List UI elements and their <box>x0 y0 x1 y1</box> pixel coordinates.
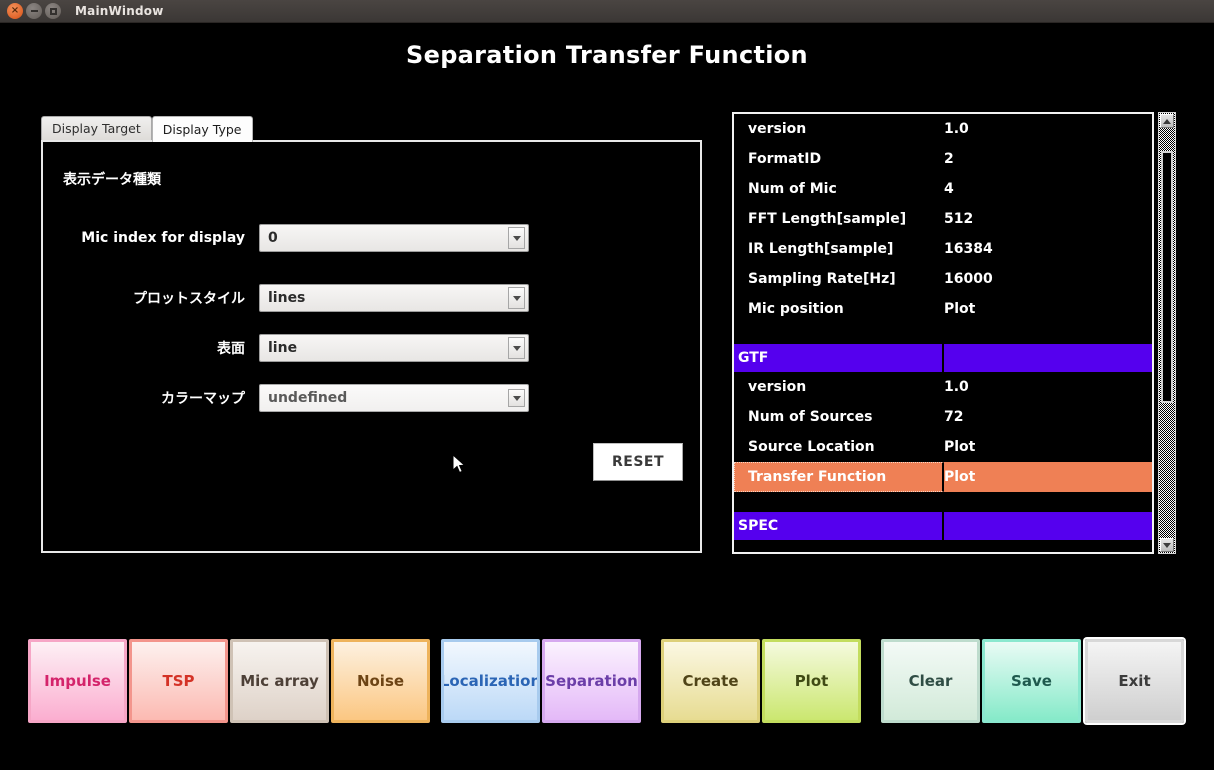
table-cell-key: Num of Sources <box>734 409 944 425</box>
button-create[interactable]: Create <box>661 639 760 723</box>
form-row-surface: 表面 line <box>65 334 529 362</box>
table-section-header[interactable]: GTF <box>734 344 1152 372</box>
button-mic-array[interactable]: Mic array <box>230 639 329 723</box>
table-cell-value: 1.0 <box>944 121 1152 137</box>
info-table-panel[interactable]: version1.0FormatID2Num of Mic4FFT Length… <box>732 112 1154 554</box>
label-surface: 表面 <box>65 338 245 358</box>
table-cell-key: FormatID <box>734 151 944 167</box>
table-cell-value: Plot <box>944 301 1152 317</box>
main-window: × MainWindow Separation Transfer Functio… <box>0 0 1214 770</box>
table-cell-value: Plot <box>944 439 1152 455</box>
table-spacer <box>734 492 1152 512</box>
table-cell-key: IR Length[sample] <box>734 241 944 257</box>
table-row[interactable]: Sampling Rate[Hz]16000 <box>734 264 1152 294</box>
table-cell-key: Mic position <box>734 301 944 317</box>
button-plot[interactable]: Plot <box>762 639 861 723</box>
chevron-down-icon[interactable] <box>508 389 525 407</box>
select-colormap[interactable]: undefined <box>259 384 529 412</box>
tab-display-type[interactable]: Display Type <box>152 116 253 142</box>
table-cell-value: 2 <box>944 151 1152 167</box>
table-row[interactable]: FFT Length[sample]512 <box>734 204 1152 234</box>
table-cell-value: 16000 <box>944 271 1152 287</box>
table-cell-value: Plot <box>944 469 1152 485</box>
reset-button[interactable]: RESET <box>593 443 683 481</box>
button-localization[interactable]: Localization <box>441 639 540 723</box>
page-title: Separation Transfer Function <box>0 41 1214 69</box>
select-surface[interactable]: line <box>259 334 529 362</box>
close-icon[interactable]: × <box>7 3 23 19</box>
info-table-scrollbar[interactable] <box>1158 112 1176 554</box>
tab-bar: Display Target Display Type <box>41 116 253 140</box>
chevron-down-icon[interactable] <box>508 227 525 249</box>
table-cell-key: Num of Mic <box>734 181 944 197</box>
table-cell-value: 512 <box>944 211 1152 227</box>
button-save[interactable]: Save <box>982 639 1081 723</box>
select-plot-style-value: lines <box>260 290 508 306</box>
label-colormap: カラーマップ <box>65 388 245 408</box>
form-row-colormap: カラーマップ undefined <box>65 384 529 412</box>
table-cell-key: SPEC <box>734 512 944 540</box>
button-group-signals: ImpulseTSPMic arrayNoise <box>28 639 430 723</box>
action-button-bar: ImpulseTSPMic arrayNoise LocalizationSep… <box>0 639 1214 725</box>
table-cell-key: version <box>734 379 944 395</box>
button-noise[interactable]: Noise <box>331 639 430 723</box>
button-separation[interactable]: Separation <box>542 639 641 723</box>
maximize-icon[interactable] <box>45 3 61 19</box>
window-title: MainWindow <box>75 4 164 18</box>
table-cell-key: Source Location <box>734 439 944 455</box>
table-cell-key: version <box>734 121 944 137</box>
table-row[interactable]: Source LocationPlot <box>734 432 1152 462</box>
window-controls: × <box>7 3 61 19</box>
select-mic-index[interactable]: 0 <box>259 224 529 252</box>
button-exit[interactable]: Exit <box>1085 639 1184 723</box>
table-row[interactable]: Mic positionPlot <box>734 294 1152 324</box>
select-mic-index-value: 0 <box>260 230 508 246</box>
select-colormap-value: undefined <box>260 390 508 406</box>
scroll-up-icon[interactable] <box>1160 114 1174 128</box>
chevron-down-icon[interactable] <box>508 287 525 309</box>
table-row[interactable]: IR Length[sample]16384 <box>734 234 1152 264</box>
table-row[interactable]: version1.0 <box>734 114 1152 144</box>
select-surface-value: line <box>260 340 508 356</box>
button-group-actions: CreatePlot <box>661 639 861 723</box>
tab-display-target[interactable]: Display Target <box>41 116 152 140</box>
label-plot-style: プロットスタイル <box>65 288 245 308</box>
table-row-selected[interactable]: Transfer FunctionPlot <box>734 462 1152 492</box>
button-impulse[interactable]: Impulse <box>28 639 127 723</box>
button-tsp[interactable]: TSP <box>129 639 228 723</box>
table-row[interactable]: FormatID2 <box>734 144 1152 174</box>
table-cell-key: Transfer Function <box>734 462 944 492</box>
title-bar: × MainWindow <box>0 0 1214 23</box>
button-clear[interactable]: Clear <box>881 639 980 723</box>
scrollbar-thumb[interactable] <box>1161 151 1173 403</box>
minimize-icon[interactable] <box>26 3 42 19</box>
button-group-file: ClearSaveExit <box>881 639 1186 723</box>
table-cell-value: 1.0 <box>944 379 1152 395</box>
button-group-processing: LocalizationSeparation <box>441 639 641 723</box>
select-plot-style[interactable]: lines <box>259 284 529 312</box>
table-row[interactable]: Num of Mic4 <box>734 174 1152 204</box>
table-cell-key: GTF <box>734 344 944 372</box>
table-cell-value: 4 <box>944 181 1152 197</box>
label-mic-index: Mic index for display <box>65 230 245 246</box>
table-cell-key: Sampling Rate[Hz] <box>734 271 944 287</box>
chevron-down-icon[interactable] <box>508 337 525 359</box>
form-row-mic-index: Mic index for display 0 <box>65 224 529 252</box>
scroll-down-icon[interactable] <box>1160 538 1174 552</box>
table-row[interactable]: Num of Sources72 <box>734 402 1152 432</box>
table-cell-key: FFT Length[sample] <box>734 211 944 227</box>
table-row[interactable]: version1.0 <box>734 372 1152 402</box>
table-section-header[interactable]: SPEC <box>734 512 1152 540</box>
table-spacer <box>734 324 1152 344</box>
form-row-plot-style: プロットスタイル lines <box>65 284 529 312</box>
table-cell-value: 16384 <box>944 241 1152 257</box>
form-heading: 表示データ種類 <box>63 169 161 189</box>
table-cell-value: 72 <box>944 409 1152 425</box>
